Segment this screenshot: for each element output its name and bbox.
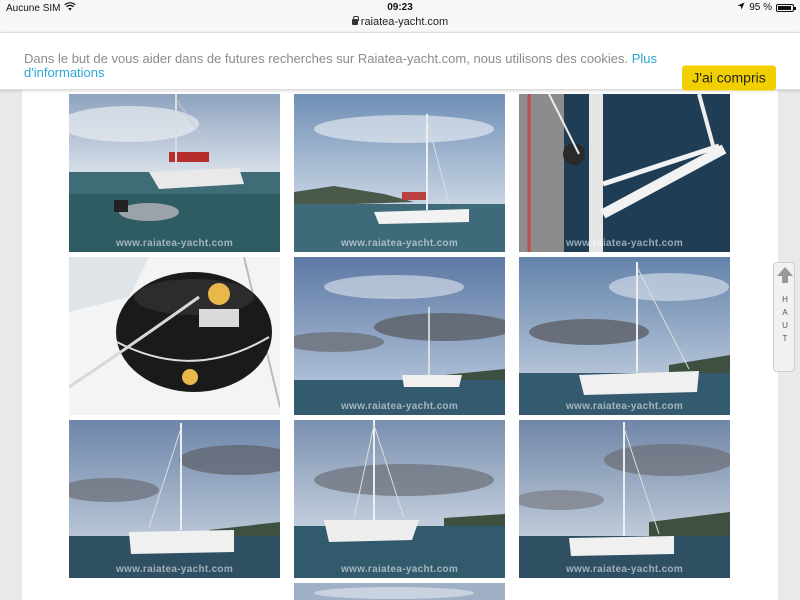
watermark: www.raiatea-yacht.com	[115, 564, 234, 575]
battery-percent: 95 %	[749, 2, 772, 13]
photo-catamaran-far-cloudy	[294, 257, 505, 415]
gallery-photo[interactable]: www.raiatea-yacht.com	[519, 94, 730, 252]
cookie-text: Dans le but de vous aider dans de future…	[24, 51, 632, 66]
watermark: www.raiatea-yacht.com	[340, 564, 459, 575]
watermark: www.raiatea-yacht.com	[340, 238, 459, 249]
gallery-photo[interactable]: www.raiatea-yacht.com	[294, 257, 505, 415]
back-to-top-button[interactable]: H A U T	[773, 262, 795, 372]
photo-catamaran-anchored	[519, 420, 730, 578]
gallery-photo[interactable]: www.raiatea-yacht.com	[519, 257, 730, 415]
photo-catamaran-with-dinghy	[69, 94, 280, 252]
photo-catamaran-near-island	[294, 94, 505, 252]
gallery-photo[interactable]: www.raiatea-yacht.com	[294, 420, 505, 578]
clock: 09:23	[387, 2, 413, 13]
photo-catamaran-front-view	[294, 420, 505, 578]
accept-cookies-button[interactable]: J'ai compris	[682, 65, 776, 91]
cookie-banner: Dans le but de vous aider dans de future…	[0, 32, 800, 91]
cookie-message: Dans le but de vous aider dans de future…	[24, 52, 664, 80]
watermark: www.raiatea-yacht.com	[565, 564, 684, 575]
watermark: www.raiatea-yacht.com	[115, 238, 234, 249]
gallery-photo[interactable]	[69, 257, 280, 415]
address-bar[interactable]: raiatea-yacht.com	[0, 16, 800, 32]
gallery-photo[interactable]: www.raiatea-yacht.com	[519, 420, 730, 578]
haut-label: H A U T	[782, 295, 788, 343]
watermark: www.raiatea-yacht.com	[565, 238, 684, 249]
watermark: www.raiatea-yacht.com	[565, 401, 684, 412]
gallery-photo[interactable]: www.raiatea-yacht.com	[69, 420, 280, 578]
photo-catamaran-side-cloudy	[519, 257, 730, 415]
gallery-photo[interactable]: www.raiatea-yacht.com	[69, 94, 280, 252]
photo-sail-bag-on-deck	[69, 257, 280, 415]
gallery-photo[interactable]: www.raiatea-yacht.com	[294, 94, 505, 252]
url-text: raiatea-yacht.com	[360, 16, 449, 28]
photo-partial	[294, 583, 505, 600]
page-content: www.raiatea-yacht.com www.raiatea-yacht.…	[22, 32, 778, 600]
location-arrow-icon	[737, 2, 745, 13]
watermark: www.raiatea-yacht.com	[340, 401, 459, 412]
battery-icon	[776, 3, 796, 12]
lock-icon	[351, 16, 359, 25]
status-bar: Aucune SIM 09:23 95 %	[0, 0, 800, 16]
gallery-photo[interactable]	[294, 583, 505, 600]
photo-catamaran-stern-view	[69, 420, 280, 578]
photo-mast-fitting-closeup	[519, 94, 730, 252]
